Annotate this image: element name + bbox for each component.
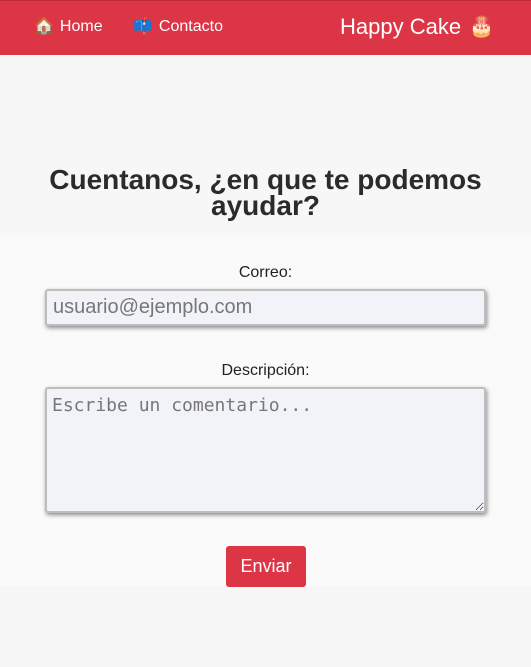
nav-link-contacto[interactable]: 📫 Contacto xyxy=(133,18,223,36)
mailbox-icon: 📫 xyxy=(133,18,153,35)
top-navbar: 🏠 Home 📫 Contacto Happy Cake 🎂 xyxy=(0,0,531,55)
nav-link-home[interactable]: 🏠 Home xyxy=(34,18,103,36)
description-textarea[interactable] xyxy=(45,387,486,513)
house-icon: 🏠 xyxy=(34,18,54,35)
page-title: Cuentanos, ¿en que te podemos ayudar? xyxy=(49,164,482,221)
brand-name: Happy Cake xyxy=(340,14,462,39)
email-label: Correo: xyxy=(238,264,293,281)
nav-link-home-label: Home xyxy=(59,18,103,35)
description-label: Descripción: xyxy=(221,362,310,379)
submit-button[interactable]: Enviar xyxy=(226,546,306,587)
nav-link-contacto-label: Contacto xyxy=(158,18,223,35)
birthday-cake-icon: 🎂 xyxy=(469,16,494,38)
email-field[interactable] xyxy=(45,289,486,326)
brand-logo-link[interactable]: Happy Cake 🎂 xyxy=(340,14,494,40)
